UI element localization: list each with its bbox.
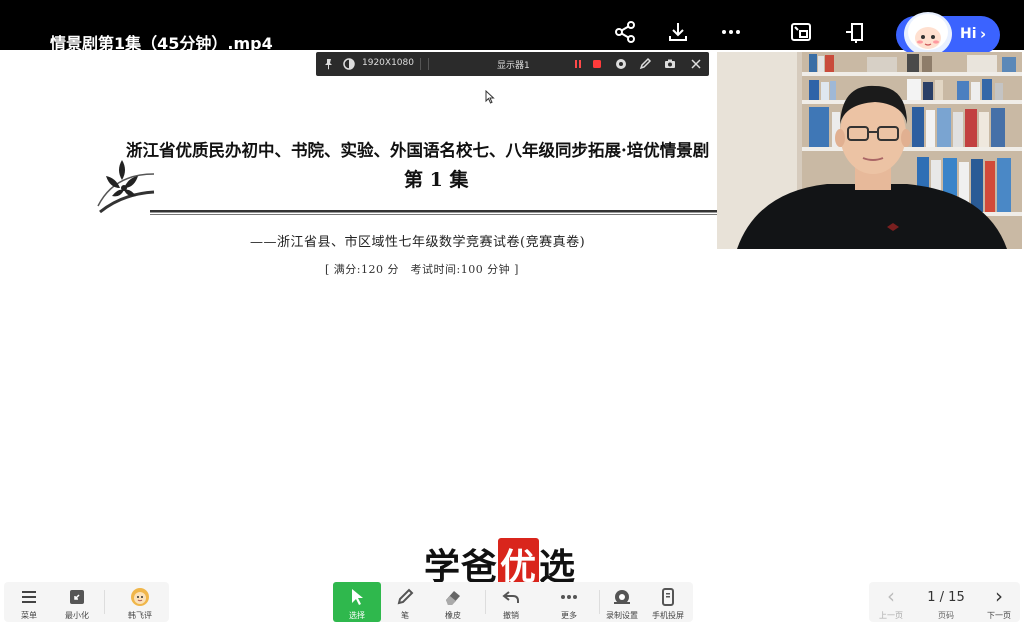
- record-settings-label: 录制设置: [606, 611, 638, 620]
- pause-icon[interactable]: [571, 57, 585, 71]
- pen-tool-button[interactable]: 笔: [381, 582, 429, 622]
- menu-button[interactable]: 菜单: [6, 582, 52, 622]
- drawing-toolbar: 选择 笔 橡皮 撤销 更多 录制设置 手机投屏: [333, 582, 693, 622]
- cast-screen-icon[interactable]: [842, 20, 866, 44]
- chevron-right-icon: ›: [980, 25, 987, 43]
- prev-page-label: 上一页: [879, 611, 903, 620]
- slide-episode: 第 1 集: [404, 169, 469, 191]
- minimize-icon: [67, 587, 87, 607]
- pen-icon: [395, 587, 415, 607]
- school-logo: [97, 160, 155, 214]
- slide-divider-rule: [150, 210, 720, 215]
- phone-cast-button[interactable]: 手机投屏: [645, 582, 691, 622]
- prev-page-button[interactable]: ‹ 上一页: [871, 582, 911, 622]
- contrast-icon[interactable]: [342, 57, 356, 71]
- video-title: 情景剧第1集（45分钟）.mp4: [50, 34, 273, 53]
- slide-heading: 浙江省优质民办初中、书院、实验、外国语名校七、八年级同步拓展·培优情景剧: [126, 141, 710, 160]
- brand-watermark: 学爸优选: [424, 538, 576, 590]
- select-tool-button[interactable]: 选择: [333, 582, 381, 622]
- chevron-right-icon: ›: [995, 584, 1003, 608]
- next-page-label: 下一页: [987, 611, 1011, 620]
- camera-icon[interactable]: [663, 57, 677, 71]
- eraser-icon: [443, 587, 463, 607]
- menu-icon: [19, 587, 39, 607]
- undo-button[interactable]: 撤销: [487, 582, 535, 622]
- user-avatar-icon: [130, 587, 150, 607]
- record-settings-button[interactable]: 录制设置: [599, 582, 645, 622]
- spotlight-icon[interactable]: [614, 57, 628, 71]
- pen-tool-label: 笔: [401, 611, 409, 620]
- slide-exam-meta: [ 满分:120 分 考试时间:100 分钟 ]: [325, 263, 519, 276]
- record-settings-icon: [612, 587, 632, 607]
- page-number-label: 页码: [938, 611, 954, 620]
- undo-icon: [501, 587, 521, 607]
- menu-label: 菜单: [21, 611, 37, 620]
- recorder-toolbar: 1920X1080 显示器1: [316, 52, 709, 76]
- next-page-button[interactable]: › 下一页: [979, 582, 1019, 622]
- mouse-cursor-icon: [485, 90, 495, 104]
- pin-icon[interactable]: [322, 57, 336, 71]
- more-tools-button[interactable]: 更多: [545, 582, 593, 622]
- user-name-label: 韩飞评: [128, 611, 152, 620]
- user-profile-button[interactable]: 韩飞评: [114, 582, 166, 622]
- picture-in-picture-icon[interactable]: [789, 20, 813, 44]
- bottom-left-toolbar: 菜单 最小化 韩飞评: [4, 582, 169, 622]
- more-tools-label: 更多: [561, 611, 577, 620]
- phone-icon: [658, 587, 678, 607]
- eraser-tool-label: 橡皮: [445, 611, 461, 620]
- close-icon[interactable]: [689, 57, 703, 71]
- display-selector[interactable]: 显示器1: [497, 58, 530, 71]
- undo-label: 撤销: [503, 611, 519, 620]
- more-options-icon[interactable]: [719, 20, 743, 44]
- share-icon[interactable]: [613, 20, 637, 44]
- page-indicator[interactable]: 1 / 15: [921, 590, 971, 605]
- phone-cast-label: 手机投屏: [652, 611, 684, 620]
- resolution-label: 1920X1080: [362, 58, 414, 68]
- chevron-left-icon: ‹: [887, 584, 895, 608]
- select-cursor-icon: [347, 587, 367, 607]
- pagination-bar: ‹ 上一页 1 / 15 页码 › 下一页: [869, 582, 1020, 622]
- player-top-bar: 情景剧第1集（45分钟）.mp4 Hi ›: [0, 0, 1024, 56]
- pen-icon[interactable]: [638, 57, 652, 71]
- download-icon[interactable]: [666, 20, 690, 44]
- stop-record-icon[interactable]: [590, 57, 604, 71]
- minimize-button[interactable]: 最小化: [54, 582, 100, 622]
- eraser-tool-button[interactable]: 橡皮: [429, 582, 477, 622]
- minimize-label: 最小化: [65, 611, 89, 620]
- more-dots-icon: [559, 587, 579, 607]
- select-tool-label: 选择: [349, 611, 365, 620]
- slide-subtitle: ——浙江省县、市区域性七年级数学竞赛试卷(竞赛真卷): [250, 235, 586, 250]
- webcam-video[interactable]: [717, 52, 1022, 249]
- assistant-greeting: Hi: [960, 26, 977, 42]
- assistant-pill[interactable]: Hi ›: [896, 12, 1000, 56]
